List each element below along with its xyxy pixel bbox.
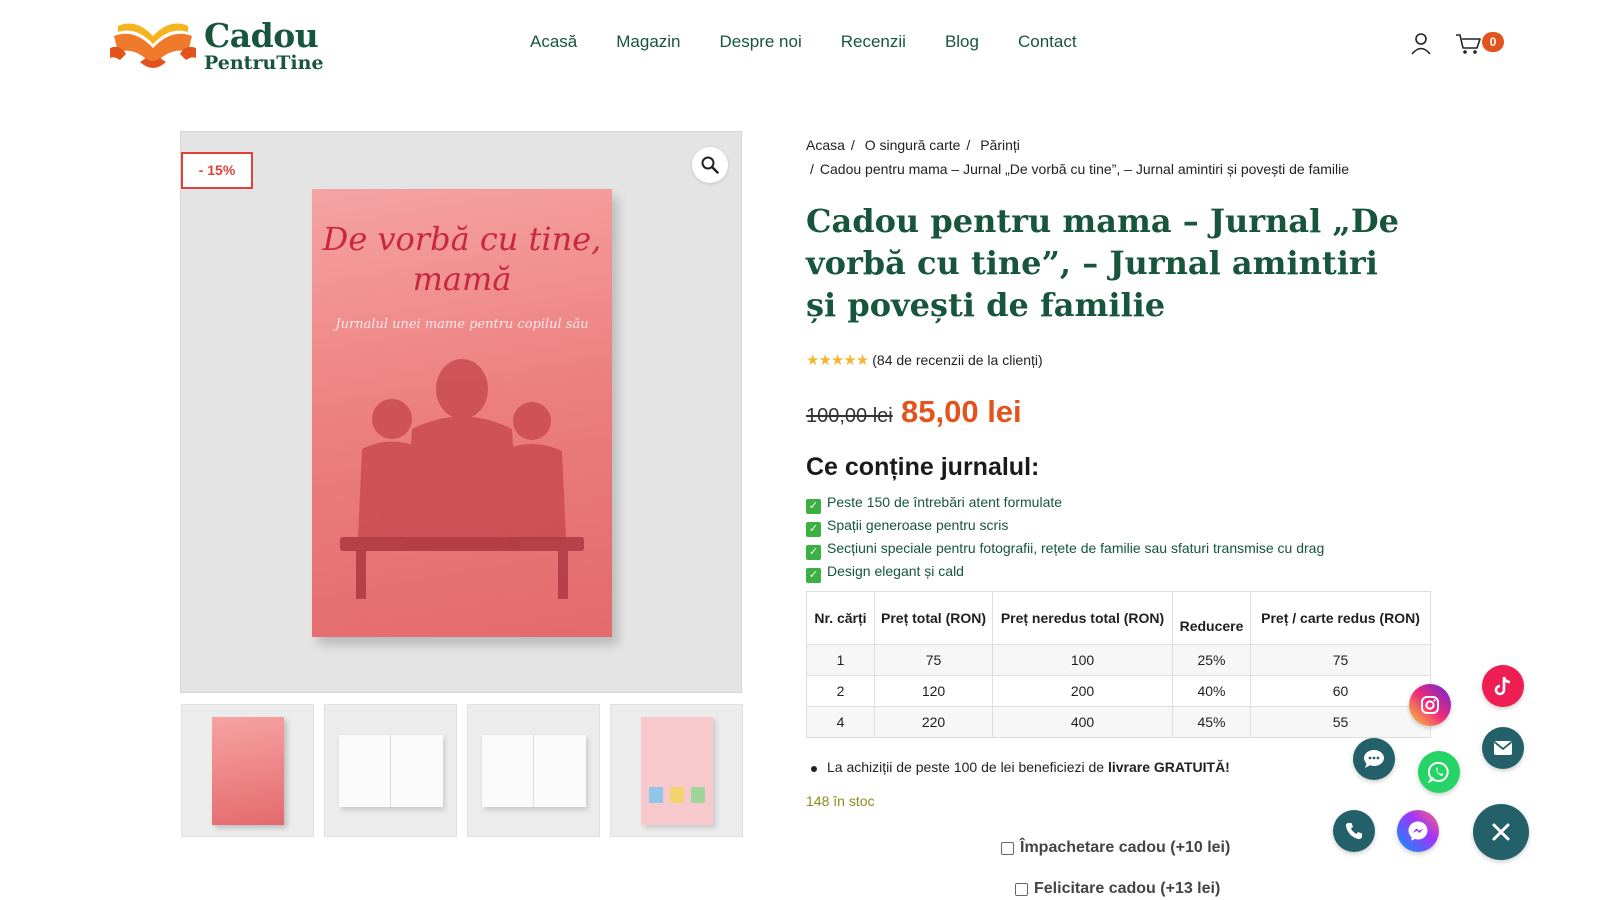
site-header: Cadou PentruTine Acasă Magazin Despre no… [0,0,1600,92]
contents-heading: Ce conține jurnalul: [806,453,1040,481]
feature-list: ✓ Peste 150 de întrebări atent formulate … [806,491,1324,583]
zoom-magnifier-icon[interactable] [692,147,728,183]
whatsapp-icon [1428,761,1449,783]
table-header: Reducere [1172,591,1251,645]
gallery-thumbnail-4[interactable] [610,704,743,837]
free-delivery-note: La achiziții de peste 100 de lei benefic… [811,759,1230,775]
tiktok-icon [1494,676,1511,696]
table-row: 4 220 400 45% 55 [806,706,1431,738]
list-item: ✓ Peste 150 de întrebări atent formulate [806,491,1324,514]
main-navigation: Acasă Magazin Despre noi Recenzii Blog C… [530,32,1077,52]
nav-item-blog[interactable]: Blog [945,32,979,52]
chat-button[interactable] [1353,738,1395,780]
breadcrumb-acasa[interactable]: Acasa [806,137,845,153]
nav-item-magazin[interactable]: Magazin [616,32,680,52]
phone-button[interactable] [1333,810,1375,852]
close-contact-menu-button[interactable] [1473,804,1529,860]
gift-card-checkbox[interactable] [1015,882,1028,896]
breadcrumb-current: Cadou pentru mama – Jurnal „De vorbă cu … [819,161,1350,177]
gift-wrap-option[interactable]: Împachetare cadou (+10 lei) [1001,839,1230,857]
breadcrumb-o-singura-carte[interactable]: O singură carte [865,137,961,153]
logo-text-cadou: Cadou [204,16,319,55]
messenger-button[interactable] [1397,810,1439,852]
messenger-icon [1408,821,1428,841]
chat-bubble-icon [1364,750,1384,768]
product-title: Cadou pentru mama – Jurnal „De vorbă cu … [806,202,1399,324]
product-rating[interactable]: ★★★★★ (84 de recenzii de la clienți) [806,351,1043,369]
book-hands-logo-icon [110,23,196,68]
bulk-pricing-table: Nr. cărți Preț total (RON) Preț neredus … [806,591,1431,738]
breadcrumb-parinti[interactable]: Părinți [980,137,1020,153]
gift-wrap-checkbox[interactable] [1001,841,1014,855]
cart-count-badge: 0 [1482,32,1504,52]
close-icon [1492,823,1510,841]
envelope-icon [1493,741,1513,755]
nav-item-despre-noi[interactable]: Despre noi [720,32,802,52]
instagram-button[interactable] [1409,684,1451,726]
sale-price: 85,00 lei [901,394,1022,429]
discount-badge: - 15% [181,152,253,189]
tiktok-button[interactable] [1482,665,1524,707]
free-delivery-highlight: livrare GRATUITĂ! [1107,759,1230,775]
list-item: ✓ Design elegant și cald [806,560,1324,583]
list-item: ✓ Secțiuni speciale pentru fotografii, re… [806,537,1324,560]
gallery-thumbnail-1[interactable] [181,704,314,837]
account-icon[interactable] [1410,32,1432,61]
check-mark-icon: ✓ [806,545,821,560]
whatsapp-button[interactable] [1418,751,1460,793]
nav-item-recenzii[interactable]: Recenzii [841,32,906,52]
phone-icon [1345,823,1362,840]
check-mark-icon: ✓ [806,499,821,514]
table-row: 1 75 100 25% 75 [806,644,1431,676]
table-row: 2 120 200 40% 60 [806,675,1431,707]
breadcrumb: Acasa / O singură carte / Părinți / Cadou p… [806,137,1350,177]
review-count-link[interactable]: (84 de recenzii de la clienți) [872,352,1042,368]
original-price: 100,00 lei [806,405,893,427]
nav-item-acasa[interactable]: Acasă [530,32,577,52]
book-cover-image: De vorbă cu tine, mamă Jurnalul unei mam… [312,189,612,637]
gift-card-option[interactable]: Felicitare cadou (+13 lei) [1015,880,1220,898]
table-header: Preț total (RON) [874,591,993,645]
table-header: Preț neredus total (RON) [992,591,1173,645]
site-logo[interactable]: Cadou PentruTine [110,16,330,76]
email-button[interactable] [1482,727,1524,769]
gallery-thumbnail-3[interactable] [467,704,600,837]
gallery-thumbnail-2[interactable] [324,704,457,837]
star-rating-icon: ★★★★★ [806,352,869,369]
mother-children-illustration [340,359,584,599]
check-mark-icon: ✓ [806,522,821,537]
table-header: Preț / carte redus (RON) [1250,591,1431,645]
cart-icon[interactable] [1455,32,1483,61]
stock-status: 148 în stoc [806,793,875,809]
logo-text-pentrutine: PentruTine [204,52,324,74]
nav-item-contact[interactable]: Contact [1018,32,1077,52]
check-mark-icon: ✓ [806,568,821,583]
instagram-icon [1421,696,1439,714]
table-header: Nr. cărți [806,591,875,645]
product-main-image[interactable]: De vorbă cu tine, mamă Jurnalul unei mam… [180,131,742,693]
list-item: ✓ Spații generoase pentru scris [806,514,1324,537]
